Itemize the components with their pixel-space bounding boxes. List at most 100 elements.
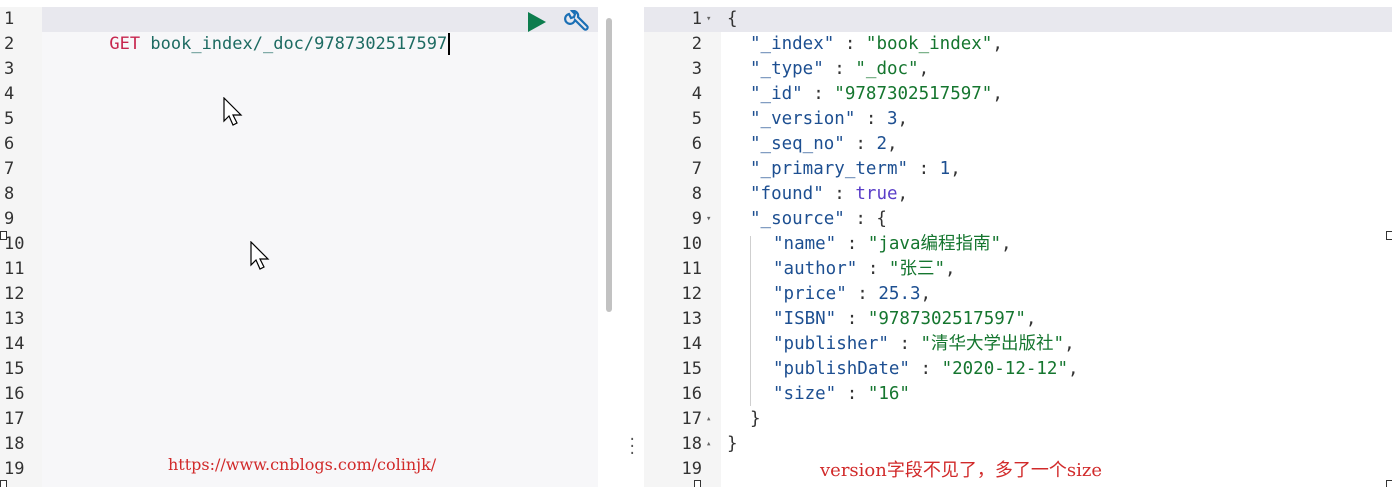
line-number: 10: [681, 234, 702, 254]
json-punctuation: ,: [886, 134, 898, 154]
active-line-highlight: [644, 7, 1392, 32]
json-line: "ISBN" : "9787302517597",: [773, 307, 1036, 332]
json-line: "publishDate" : "2020-12-12",: [773, 357, 1079, 382]
json-key: "_primary_term": [750, 159, 909, 179]
line-number: 13: [681, 309, 702, 329]
line-number: 9: [691, 209, 702, 229]
json-line: "_source" : {: [750, 207, 887, 232]
json-punctuation: :: [834, 34, 866, 54]
json-line: "found" : true,: [750, 182, 908, 207]
json-punctuation: ,: [920, 284, 932, 304]
line-number: 5: [691, 109, 702, 129]
line-number: 7: [691, 159, 702, 179]
json-key: "_source": [750, 209, 845, 229]
line-number: 17: [4, 409, 25, 429]
json-key: "size": [773, 384, 837, 404]
selection-handle: [694, 480, 701, 487]
json-punctuation: ,: [992, 34, 1003, 54]
fold-arrow-icon[interactable]: ▾: [706, 207, 711, 232]
json-line: "_type" : "_doc",: [750, 57, 929, 82]
json-value: "_doc": [855, 59, 919, 79]
line-number: 19: [4, 459, 25, 479]
json-punctuation: :: [857, 259, 889, 279]
request-pane: 1 2 3 4 5 6 7 8 9 10 11 12 13 14 15 16 17 18 19 GET book_i…: [0, 0, 618, 487]
line-number: 13: [4, 309, 25, 329]
line-number: 11: [681, 259, 702, 279]
fold-arrow-icon[interactable]: ▾: [706, 7, 711, 32]
line-number: 8: [4, 184, 15, 204]
watermark-url: https://www.cnblogs.com/colinjk/: [168, 455, 437, 474]
line-number: 4: [691, 84, 702, 104]
line-number: 14: [681, 334, 702, 354]
line-number: 2: [4, 34, 15, 54]
json-punctuation: :: [908, 159, 940, 179]
json-value: "清华大学出版社": [920, 334, 1065, 354]
json-punctuation: ,: [1064, 334, 1075, 354]
json-punctuation: :: [888, 334, 921, 354]
json-key: "author": [773, 259, 858, 279]
request-scrollbar[interactable]: [606, 18, 612, 312]
run-request-button[interactable]: [525, 11, 547, 33]
line-number: 11: [4, 259, 25, 279]
json-value: "9787302517597": [867, 309, 1026, 329]
mouse-pointer-icon: [250, 241, 270, 270]
unfold-arrow-icon[interactable]: ▴: [706, 407, 711, 432]
unfold-arrow-icon[interactable]: ▴: [706, 432, 711, 457]
json-line: }: [750, 407, 761, 432]
request-editor[interactable]: [42, 7, 598, 487]
line-number: 2: [691, 34, 702, 54]
line-number: 15: [681, 359, 702, 379]
json-punctuation: ,: [1068, 359, 1079, 379]
selection-handle: [1386, 231, 1392, 240]
json-value: "2020-12-12": [941, 359, 1069, 379]
wrench-icon: [564, 9, 589, 31]
json-value: "16": [867, 384, 910, 404]
json-value: true: [855, 184, 898, 204]
line-number: 1: [691, 9, 702, 29]
json-punctuation: :: [846, 284, 879, 304]
json-line: "publisher" : "清华大学出版社",: [773, 332, 1075, 357]
settings-button[interactable]: [563, 9, 589, 36]
json-key: "found": [750, 184, 824, 204]
line-number: 10: [4, 234, 25, 254]
json-punctuation: }: [727, 434, 738, 454]
json-line: "size" : "16": [773, 382, 910, 407]
text-cursor: [448, 33, 451, 55]
json-value: 1: [939, 159, 951, 179]
line-number: 18: [4, 434, 25, 454]
line-number: 12: [4, 284, 25, 304]
selection-handle: [1386, 480, 1392, 487]
json-punctuation: :: [823, 184, 856, 204]
json-line: "name" : "java编程指南",: [773, 232, 1012, 257]
line-number: 18: [681, 434, 702, 454]
json-punctuation: :: [855, 109, 887, 129]
json-punctuation: :: [836, 309, 868, 329]
json-punctuation: :: [802, 84, 835, 104]
json-key: "publishDate": [773, 359, 910, 379]
json-key: "_version": [750, 109, 856, 129]
line-number: 14: [4, 334, 25, 354]
json-line: }: [727, 432, 738, 457]
json-value: "张三": [888, 259, 945, 279]
json-punctuation: ,: [918, 59, 930, 79]
json-key: "_id": [750, 84, 803, 104]
json-line: "_index" : "book_index",: [750, 32, 1003, 57]
line-number: 15: [4, 359, 25, 379]
line-number: 6: [691, 134, 702, 154]
request-method: GET: [109, 34, 141, 54]
play-icon: [528, 12, 546, 32]
json-value: 3: [886, 109, 898, 129]
line-number: 3: [4, 59, 15, 79]
resize-handle-icon[interactable]: · · ·: [628, 433, 636, 461]
json-punctuation: :: [836, 234, 868, 254]
request-line[interactable]: GET book_index/_doc/9787302517597: [48, 7, 451, 55]
annotation-note: version字段不见了，多了一个size: [820, 460, 1102, 481]
json-punctuation: ,: [944, 259, 956, 279]
json-line: "_id" : "9787302517597",: [750, 82, 1003, 107]
line-number: 3: [691, 59, 702, 79]
json-punctuation: {: [727, 9, 738, 29]
line-number: 4: [4, 84, 15, 104]
json-line: "price" : 25.3,: [773, 282, 931, 307]
line-number: 16: [681, 384, 702, 404]
line-number: 9: [4, 209, 15, 229]
